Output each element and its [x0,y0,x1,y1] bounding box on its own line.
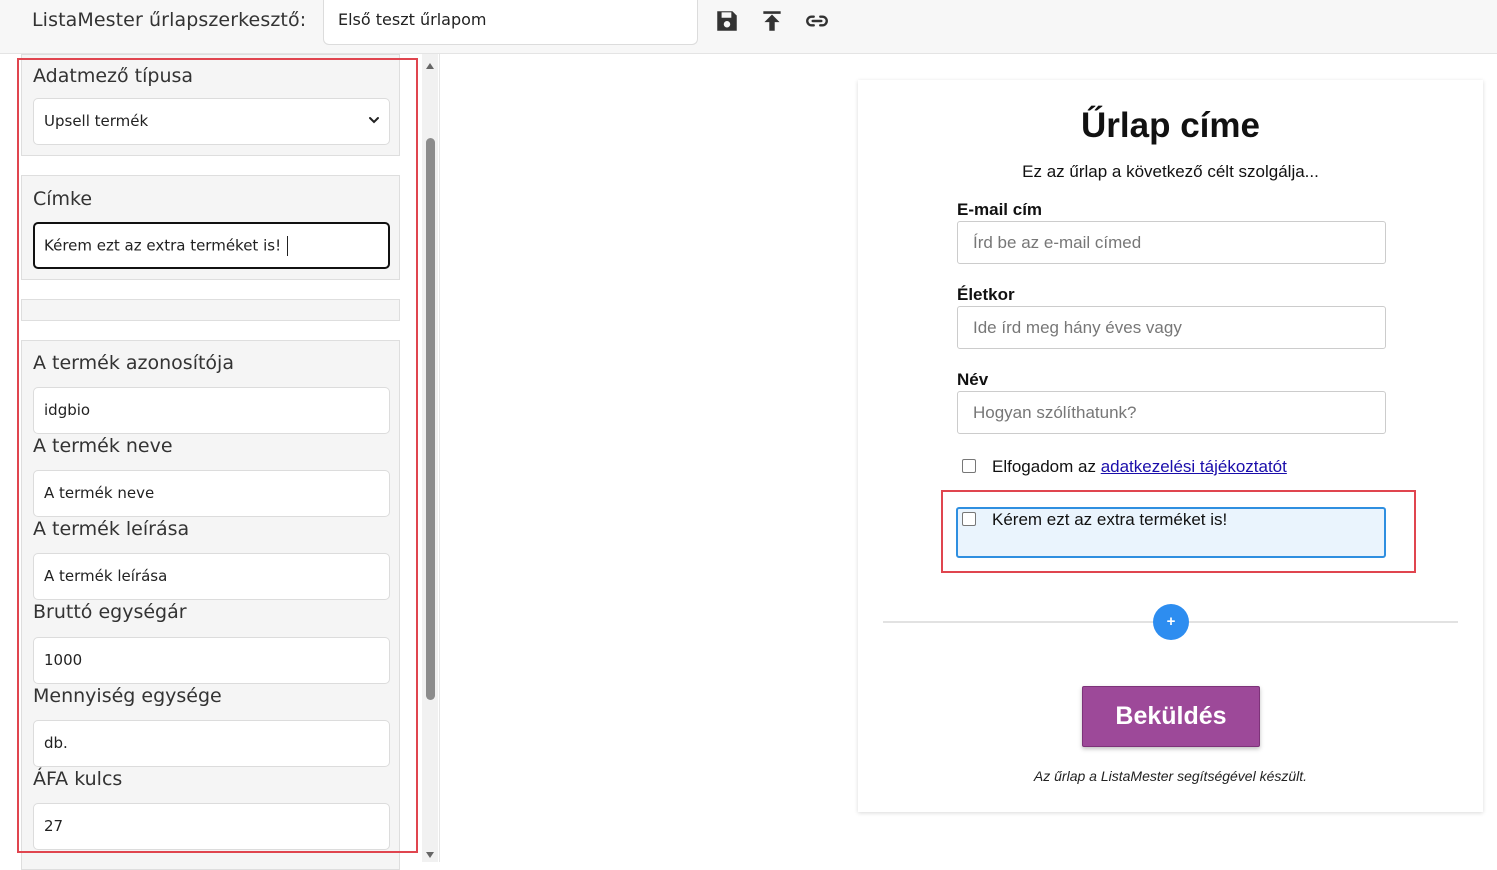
product-desc-input[interactable]: A termék leírása [33,553,390,600]
product-id-label: A termék azonosítója [33,352,234,374]
product-desc-label: A termék leírása [33,518,190,540]
age-label: Életkor [957,285,1015,304]
link-icon[interactable] [804,8,830,34]
vat-input[interactable]: 27 [33,803,390,850]
chevron-down-icon [369,117,379,124]
product-name-label: A termék neve [33,435,173,457]
field-type-value: Upsell termék [44,112,149,130]
text-cursor [287,236,289,256]
label-card: Címke Kérem ezt az extra terméket is! [21,175,400,280]
age-field[interactable]: Ide írd meg hány éves vagy [957,306,1386,349]
field-type-card: Adatmező típusa Upsell termék [21,54,400,156]
label-input[interactable]: Kérem ezt az extra terméket is! [33,222,390,269]
privacy-row: Elfogadom az adatkezelési tájékoztatót [962,457,1287,477]
unit-input[interactable]: db. [33,720,390,767]
empty-card [21,299,400,321]
unit-label: Mennyiség egysége [33,685,222,707]
upsell-label: Kérem ezt az extra terméket is! [992,510,1228,529]
field-editor-panel: Adatmező típusa Upsell termék Címke Kére… [0,54,440,870]
form-title[interactable]: Űrlap címe [858,106,1483,146]
gross-price-label: Bruttó egységár [33,601,187,623]
gross-price-input[interactable]: 1000 [33,637,390,684]
name-field[interactable]: Hogyan szólíthatunk? [957,391,1386,434]
save-icon[interactable] [714,8,740,34]
email-field[interactable]: Írd be az e-mail címed [957,221,1386,264]
label-label: Címke [33,188,93,210]
privacy-prefix: Elfogadom az [992,457,1101,476]
scrollbar-thumb[interactable] [426,138,435,700]
email-label: E-mail cím [957,200,1043,219]
product-id-input[interactable]: idgbio [33,387,390,434]
field-type-select[interactable]: Upsell termék [33,98,390,145]
vat-label: ÁFA kulcs [33,768,123,790]
top-toolbar: ListaMester űrlapszerkesztő: Első teszt … [0,0,1497,54]
product-details-card: A termék azonosítója idgbio A termék nev… [21,340,400,870]
field-type-label: Adatmező típusa [33,65,194,87]
scroll-up-icon[interactable] [425,62,435,70]
form-footer: Az űrlap a ListaMester segítségével kész… [1033,768,1308,784]
privacy-link[interactable]: adatkezelési tájékoztatót [1101,457,1287,476]
form-subtitle[interactable]: Ez az űrlap a következő célt szolgálja..… [858,162,1483,182]
scroll-down-icon[interactable] [425,851,435,859]
upsell-checkbox[interactable] [962,512,976,526]
form-preview: Űrlap címe Ez az űrlap a következő célt … [858,80,1483,812]
upsell-row: Kérem ezt az extra terméket is! [962,510,1227,530]
name-label: Név [957,370,989,389]
product-name-input[interactable]: A termék neve [33,470,390,517]
publish-icon[interactable] [759,8,785,34]
form-name-input[interactable]: Első teszt űrlapom [323,0,698,45]
label-value: Kérem ezt az extra terméket is! [44,236,282,255]
submit-button[interactable]: Beküldés [1082,686,1260,747]
privacy-checkbox[interactable] [962,459,976,473]
app-title: ListaMester űrlapszerkesztő: [32,9,307,31]
add-field-button[interactable]: + [1153,604,1189,640]
